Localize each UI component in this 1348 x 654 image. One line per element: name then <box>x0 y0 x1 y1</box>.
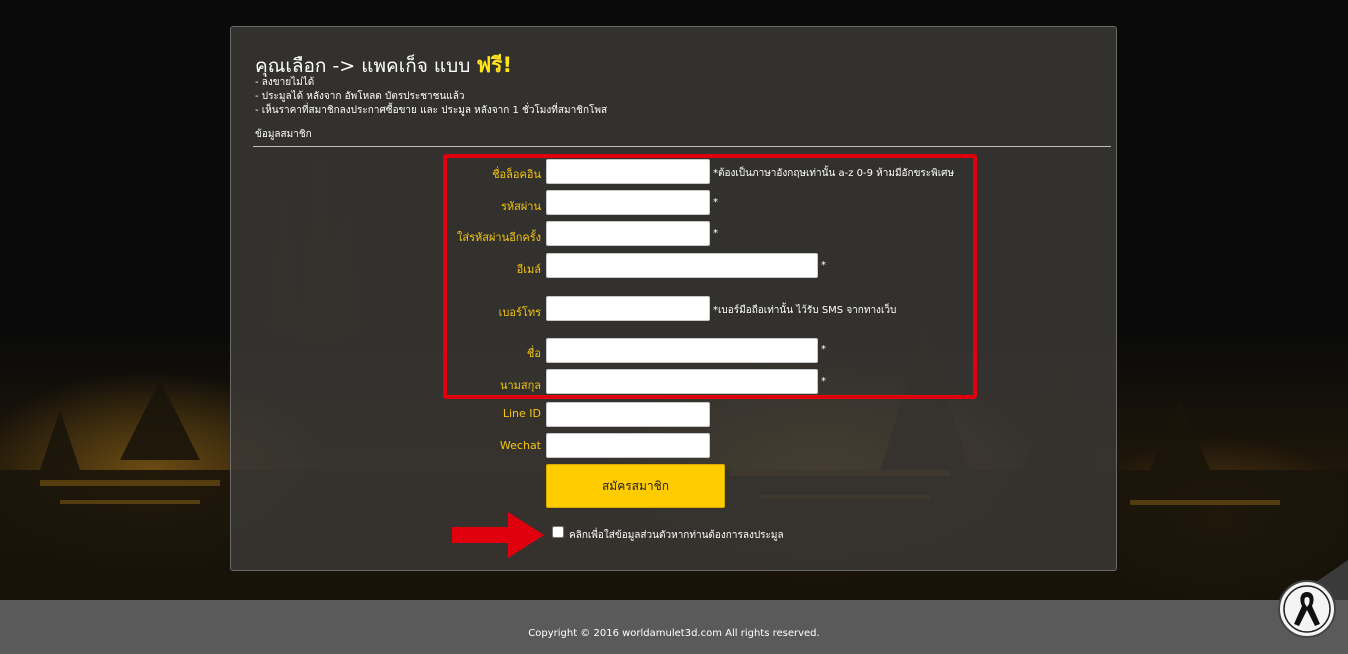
footer: Copyright © 2016 worldamulet3d.com All r… <box>0 600 1348 654</box>
register-button[interactable]: สมัครสมาชิก <box>546 464 725 508</box>
required-fields-highlight-box <box>443 154 977 399</box>
mourning-ribbon-icon <box>1283 585 1331 633</box>
title-prefix: คุณเลือก -> แพคเก็จ แบบ <box>255 55 471 77</box>
line-id-input[interactable] <box>546 402 710 427</box>
wechat-label: Wechat <box>499 439 541 452</box>
footer-copyright: Copyright © 2016 worldamulet3d.com All r… <box>528 628 820 639</box>
title-free-highlight: ฟรี! <box>476 53 513 77</box>
section-divider <box>253 146 1111 147</box>
section-label-member-info: ข้อมูลสมาชิก <box>255 129 312 140</box>
mourning-ribbon-button[interactable] <box>1278 580 1336 638</box>
personal-info-checkbox-label: คลิกเพื่อใส่ข้อมูลส่วนตัวหากท่านต้องการล… <box>569 530 784 541</box>
package-notes: - ลงขายไม่ได้ - ประมูลได้ หลังจาก อัพโหล… <box>255 76 607 118</box>
personal-info-checkbox[interactable] <box>552 526 564 538</box>
note-item: - ประมูลได้ หลังจาก อัพโหลด บัตรประชาชนแ… <box>255 91 465 102</box>
wechat-input[interactable] <box>546 433 710 458</box>
line-id-label: Line ID <box>502 407 541 420</box>
note-item: - เห็นราคาที่สมาชิกลงประกาศซื้อขาย และ ป… <box>255 105 608 116</box>
red-arrow-right-icon <box>452 512 544 558</box>
note-item: - ลงขายไม่ได้ <box>255 77 315 88</box>
